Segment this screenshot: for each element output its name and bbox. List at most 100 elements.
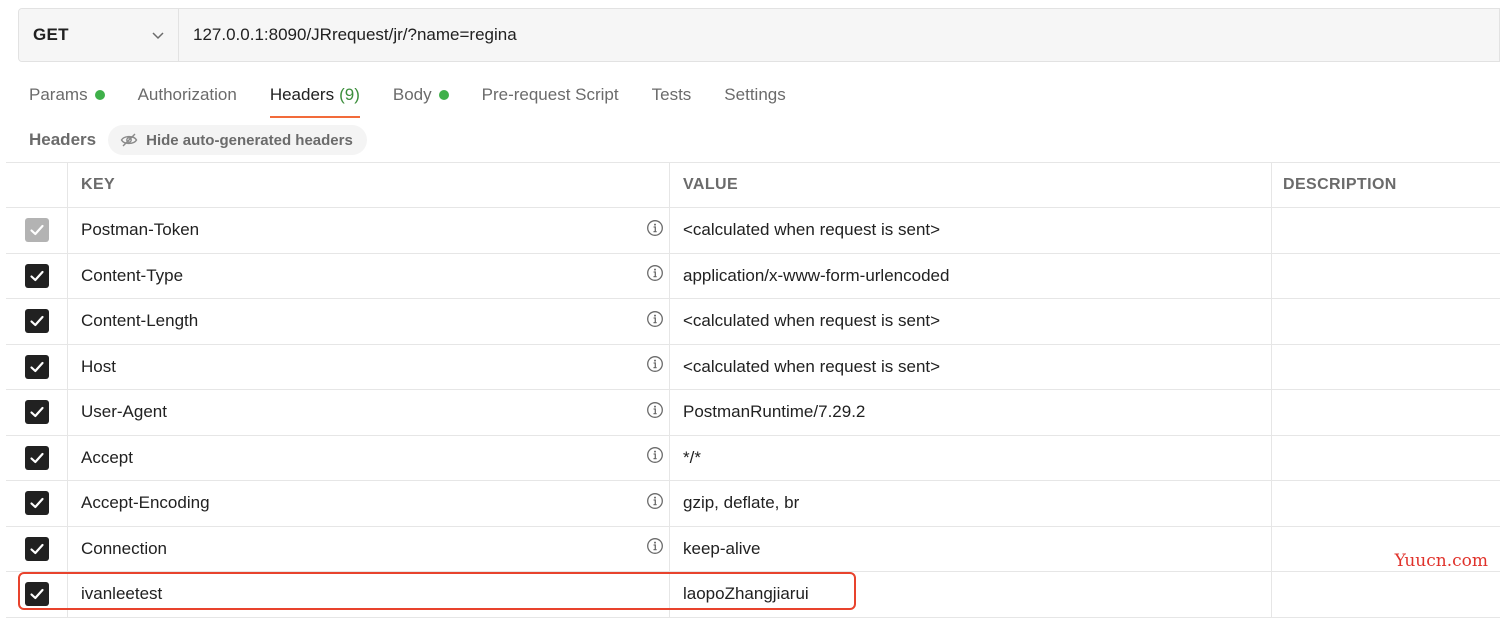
row-key-cell[interactable]: Postman-Token — [68, 208, 670, 253]
header-key: User-Agent — [81, 402, 167, 422]
method-select[interactable]: GET — [19, 9, 179, 61]
row-description-cell[interactable] — [1272, 436, 1500, 481]
row-key-cell[interactable]: Content-Type — [68, 253, 670, 298]
row-key-cell[interactable]: ivanleetest — [68, 572, 670, 617]
check-icon — [29, 498, 44, 509]
row-checkbox[interactable] — [24, 582, 49, 607]
header-key: Host — [81, 356, 116, 376]
row-check-cell — [6, 481, 68, 526]
check-icon — [29, 407, 44, 418]
table-row: Connection keep-alive — [6, 526, 1500, 572]
hide-auto-generated-headers-button[interactable]: Hide auto-generated headers — [108, 125, 367, 155]
column-header-description: DESCRIPTION — [1283, 176, 1397, 193]
row-value-cell[interactable]: <calculated when request is sent> — [670, 299, 1272, 344]
tab-settings[interactable]: Settings — [724, 72, 785, 118]
row-check-cell — [6, 435, 68, 480]
row-checkbox[interactable] — [24, 263, 49, 288]
check-icon — [29, 316, 44, 327]
request-tabs: Params Authorization Headers (9) Body Pr… — [29, 72, 819, 118]
row-checkbox[interactable] — [24, 309, 49, 334]
tab-label: Pre-request Script — [481, 85, 619, 104]
info-icon[interactable] — [646, 492, 664, 515]
hide-button-label: Hide auto-generated headers — [146, 131, 353, 149]
row-check-cell — [6, 390, 68, 435]
tab-params[interactable]: Params — [29, 72, 105, 118]
table-row: Content-Type application/x-www-form-urlen… — [6, 253, 1500, 299]
row-value-cell[interactable]: PostmanRuntime/7.29.2 — [670, 390, 1272, 435]
row-checkbox — [24, 218, 49, 243]
tab-label: Params — [29, 85, 88, 104]
header-key: Postman-Token — [81, 220, 200, 240]
row-checkbox[interactable] — [24, 536, 49, 561]
table-row: Postman-Token <calculated when request is… — [6, 208, 1500, 254]
row-check-cell — [6, 344, 68, 389]
row-description-cell[interactable] — [1272, 572, 1500, 617]
row-value-cell[interactable]: application/x-www-form-urlencoded — [670, 253, 1272, 298]
info-icon[interactable] — [646, 537, 664, 560]
row-value-cell[interactable]: <calculated when request is sent> — [670, 208, 1272, 253]
check-icon — [29, 361, 44, 372]
info-icon[interactable] — [646, 310, 664, 333]
info-icon[interactable] — [646, 355, 664, 378]
tab-headers[interactable]: Headers (9) — [269, 72, 360, 118]
row-description-cell[interactable] — [1272, 208, 1500, 253]
header-key: Content-Type — [81, 265, 184, 285]
row-checkbox[interactable] — [24, 445, 49, 470]
table-row: ivanleetest laopoZhangjiarui — [6, 572, 1500, 618]
row-key-cell[interactable]: Content-Length — [68, 299, 670, 344]
row-description-cell[interactable] — [1272, 481, 1500, 526]
row-key-cell[interactable]: Host — [68, 344, 670, 389]
row-value-cell[interactable]: laopoZhangjiarui — [670, 572, 1272, 617]
headers-table: KEY VALUE DESCRIPTION Postman-Token <calc… — [6, 162, 1500, 618]
row-key-cell[interactable]: Accept — [68, 435, 670, 480]
tab-tests[interactable]: Tests — [652, 72, 692, 118]
row-description-cell[interactable] — [1272, 345, 1500, 390]
row-value-cell[interactable]: keep-alive — [670, 526, 1272, 571]
eye-off-icon — [120, 133, 138, 147]
check-icon — [29, 270, 44, 281]
check-icon — [29, 589, 44, 600]
tab-pre-request-script[interactable]: Pre-request Script — [482, 72, 619, 118]
headers-subheader: Headers Hide auto-generated headers — [29, 124, 367, 156]
tab-label: Tests — [651, 85, 692, 104]
info-icon[interactable] — [646, 264, 664, 287]
header-key: Accept — [81, 447, 133, 467]
row-key-cell[interactable]: User-Agent — [68, 390, 670, 435]
row-description-cell[interactable] — [1272, 254, 1500, 299]
table-row: Host <calculated when request is sent> — [6, 344, 1500, 390]
info-icon[interactable] — [646, 219, 664, 242]
info-icon[interactable] — [646, 446, 664, 469]
tab-label: Body — [392, 85, 432, 104]
row-key-cell[interactable]: Connection — [68, 526, 670, 571]
table-row: Content-Length <calculated when request i… — [6, 299, 1500, 345]
row-checkbox[interactable] — [24, 400, 49, 425]
row-checkbox[interactable] — [24, 491, 49, 516]
watermark: Yuucn.com — [1394, 551, 1488, 571]
row-check-cell — [6, 526, 68, 571]
table-row: User-Agent PostmanRuntime/7.29.2 — [6, 390, 1500, 436]
tab-authorization[interactable]: Authorization — [138, 72, 237, 118]
status-dot-icon — [438, 90, 449, 100]
row-value-cell[interactable]: */* — [670, 435, 1272, 480]
row-check-cell — [6, 572, 68, 617]
row-value-cell[interactable]: gzip, deflate, br — [670, 481, 1272, 526]
check-icon — [29, 225, 44, 236]
column-header-key: KEY — [68, 163, 670, 207]
header-key: ivanleetest — [81, 584, 163, 604]
row-checkbox[interactable] — [24, 354, 49, 379]
row-key-cell[interactable]: Accept-Encoding — [68, 481, 670, 526]
table-row: Accept */* — [6, 435, 1500, 481]
row-description-cell[interactable] — [1272, 299, 1500, 344]
tab-label: Authorization — [137, 85, 237, 104]
check-icon — [29, 543, 44, 554]
row-check-cell — [6, 299, 68, 344]
url-input[interactable]: 127.0.0.1:8090/JRrequest/jr/?name=regina — [179, 9, 1499, 61]
tab-body[interactable]: Body — [393, 72, 449, 118]
tab-label: Headers — [269, 85, 335, 104]
row-check-cell — [6, 253, 68, 298]
info-icon[interactable] — [646, 401, 664, 424]
row-description-cell[interactable] — [1272, 390, 1500, 435]
row-value-cell[interactable]: <calculated when request is sent> — [670, 344, 1272, 389]
chevron-down-icon — [152, 32, 164, 40]
header-key: Connection — [81, 538, 168, 558]
